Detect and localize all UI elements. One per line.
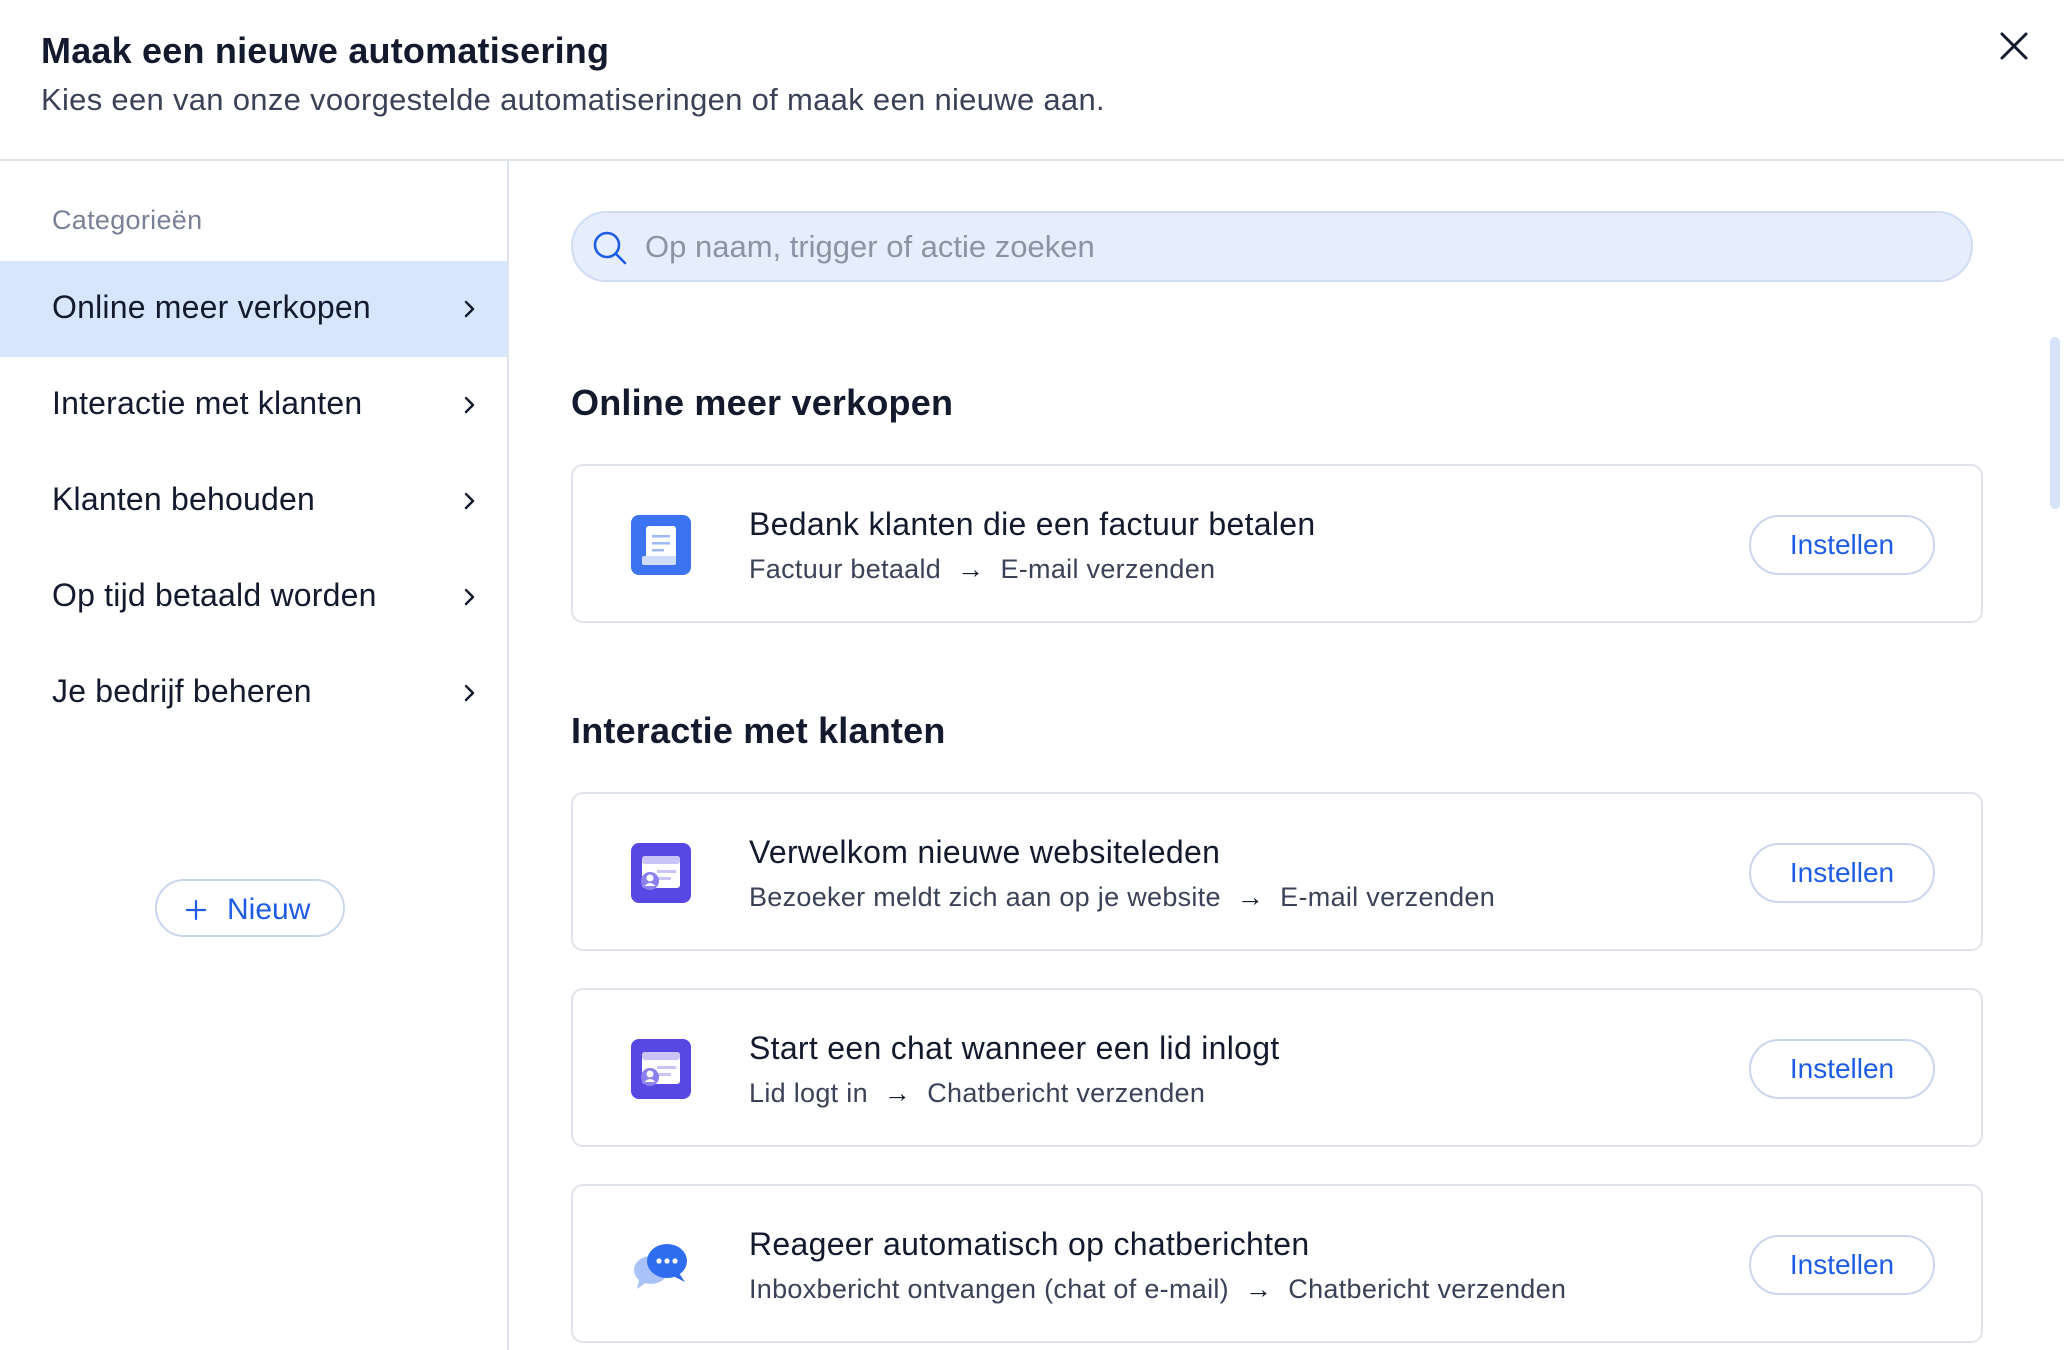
arrow-right-icon: → bbox=[1236, 882, 1265, 912]
action-label: E-mail verzenden bbox=[1000, 554, 1216, 584]
sidebar-item-klanten-behouden[interactable]: Klanten behouden bbox=[0, 453, 507, 549]
modal-subtitle: Kies een van onze voorgestelde automatis… bbox=[41, 82, 1105, 117]
setup-button[interactable]: Instellen bbox=[1749, 515, 1935, 575]
close-button[interactable] bbox=[1996, 28, 2032, 64]
chevron-right-icon bbox=[460, 486, 480, 516]
sidebar-item-je-bedrijf-beheren[interactable]: Je bedrijf beheren bbox=[0, 645, 507, 741]
automation-flow: Lid logt in → Chatbericht verzenden bbox=[749, 1078, 1205, 1109]
action-label: E-mail verzenden bbox=[1280, 882, 1496, 912]
new-button-label: Nieuw bbox=[227, 893, 311, 926]
sidebar-item-label: Interactie met klanten bbox=[52, 385, 363, 421]
trigger-label: Lid logt in bbox=[749, 1078, 868, 1108]
chevron-right-icon bbox=[460, 678, 480, 708]
search-bar[interactable] bbox=[571, 211, 1973, 282]
automation-title: Bedank klanten die een factuur betalen bbox=[749, 506, 1316, 542]
automation-list: Online meer verkopen Bedank klanten die … bbox=[509, 161, 2064, 1350]
trigger-label: Inboxbericht ontvangen (chat of e-mail) bbox=[749, 1274, 1229, 1304]
automation-card: Start een chat wanneer een lid inlogt Li… bbox=[571, 988, 1983, 1147]
setup-button[interactable]: Instellen bbox=[1749, 1039, 1935, 1099]
sidebar-item-label: Je bedrijf beheren bbox=[52, 673, 312, 709]
plus-icon bbox=[184, 898, 208, 922]
automation-card: Bedank klanten die een factuur betalen F… bbox=[571, 464, 1983, 623]
automation-title: Reageer automatisch op chatberichten bbox=[749, 1226, 1310, 1262]
automation-flow: Inboxbericht ontvangen (chat of e-mail) →… bbox=[749, 1274, 1566, 1305]
sidebar-item-label: Klanten behouden bbox=[52, 481, 315, 517]
automation-flow: Factuur betaald → E-mail verzenden bbox=[749, 554, 1215, 585]
automation-modal: Maak een nieuwe automatisering Kies een … bbox=[0, 0, 2064, 1350]
setup-button[interactable]: Instellen bbox=[1749, 1235, 1935, 1295]
modal-header: Maak een nieuwe automatisering Kies een … bbox=[0, 0, 2064, 161]
arrow-right-icon: → bbox=[957, 554, 985, 584]
sidebar-item-online-meer-verkopen[interactable]: Online meer verkopen bbox=[0, 261, 507, 357]
automation-title: Verwelkom nieuwe websiteleden bbox=[749, 834, 1221, 870]
sidebar-item-op-tijd-betaald-worden[interactable]: Op tijd betaald worden bbox=[0, 549, 507, 645]
search-input[interactable] bbox=[645, 225, 1945, 269]
automation-title: Start een chat wanneer een lid inlogt bbox=[749, 1030, 1280, 1066]
action-label: Chatbericht verzenden bbox=[1288, 1274, 1567, 1304]
sidebar-item-interactie-met-klanten[interactable]: Interactie met klanten bbox=[0, 357, 507, 453]
arrow-right-icon: → bbox=[1244, 1274, 1273, 1304]
member-login-icon bbox=[629, 1037, 693, 1101]
chevron-right-icon bbox=[460, 294, 480, 324]
member-signup-icon bbox=[629, 841, 693, 905]
setup-button[interactable]: Instellen bbox=[1749, 843, 1935, 903]
chevron-right-icon bbox=[460, 390, 480, 420]
automation-flow: Bezoeker meldt zich aan op je website → E-… bbox=[749, 882, 1495, 913]
section-title: Interactie met klanten bbox=[571, 710, 946, 751]
new-automation-button[interactable]: Nieuw bbox=[155, 879, 345, 937]
chevron-right-icon bbox=[460, 582, 480, 612]
trigger-label: Factuur betaald bbox=[749, 554, 942, 584]
arrow-right-icon: → bbox=[883, 1078, 912, 1108]
sidebar-item-label: Op tijd betaald worden bbox=[52, 577, 377, 613]
automation-card: Reageer automatisch op chatberichten Inb… bbox=[571, 1184, 1983, 1343]
section-title: Online meer verkopen bbox=[571, 382, 954, 423]
automation-card: Verwelkom nieuwe websiteleden Bezoeker m… bbox=[571, 792, 1983, 951]
invoice-icon bbox=[629, 513, 693, 577]
chat-bubbles-icon bbox=[629, 1233, 693, 1297]
search-icon bbox=[591, 229, 629, 267]
sidebar-heading: Categorieën bbox=[52, 205, 203, 235]
trigger-label: Bezoeker meldt zich aan op je website bbox=[749, 882, 1221, 912]
close-icon bbox=[2000, 32, 2028, 60]
sidebar-item-label: Online meer verkopen bbox=[52, 289, 371, 325]
scrollbar[interactable] bbox=[2050, 337, 2060, 509]
modal-title: Maak een nieuwe automatisering bbox=[41, 30, 610, 71]
category-sidebar: Categorieën Online meer verkopen Interac… bbox=[0, 161, 509, 1350]
action-label: Chatbericht verzenden bbox=[927, 1078, 1206, 1108]
